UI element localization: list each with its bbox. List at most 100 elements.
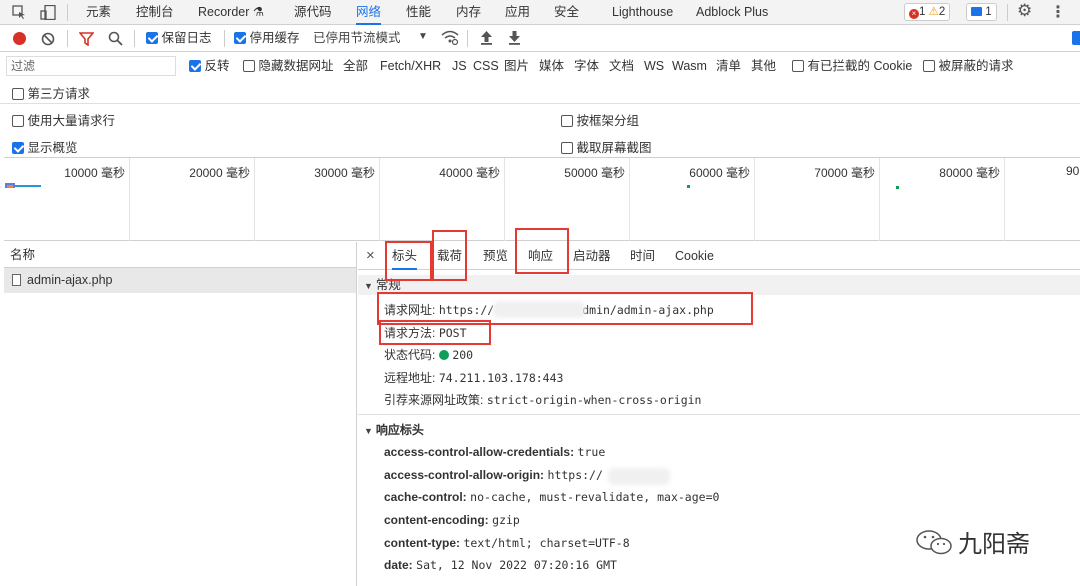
throttling-select[interactable]: 已停用节流模式 (313, 25, 401, 52)
gear-icon[interactable]: ⚙ (1017, 1, 1032, 21)
tab-console[interactable]: 控制台 (136, 0, 174, 25)
header-value: true (577, 445, 606, 459)
checkbox-checked (234, 32, 246, 44)
status-dot-icon (438, 350, 449, 360)
header-value: 200 (452, 348, 474, 362)
request-row[interactable]: admin-ajax.php (4, 268, 356, 293)
type-filter-fetch-xhr[interactable]: Fetch/XHR (380, 53, 441, 80)
type-filter-media[interactable]: 媒体 (539, 53, 564, 80)
message-icon (971, 7, 982, 16)
general-section-header[interactable]: ▼ 常规 (358, 275, 1080, 295)
type-filter-doc[interactable]: 文档 (609, 53, 634, 80)
request-bar (896, 186, 899, 189)
close-icon[interactable]: × (366, 242, 375, 270)
checkbox-unchecked (792, 60, 804, 72)
inspect-element-icon[interactable] (12, 5, 26, 19)
type-filter-manifest[interactable]: 清单 (716, 53, 741, 80)
hide-data-urls-checkbox[interactable]: 隐藏数据网址 (243, 53, 334, 80)
type-filter-other[interactable]: 其他 (751, 53, 776, 80)
disable-cache-label: 停用缓存 (249, 31, 300, 45)
settings-toggle-icon[interactable] (1072, 31, 1080, 45)
import-har-icon[interactable] (480, 30, 493, 48)
type-filter-img[interactable]: 图片 (504, 53, 529, 80)
search-icon[interactable] (108, 31, 123, 49)
tick-label: 50000 毫秒 (564, 166, 625, 180)
redacted-area (493, 301, 585, 318)
tab-security[interactable]: 安全 (554, 0, 579, 25)
checkbox-unchecked (12, 115, 24, 127)
header-value: text/html; charset=UTF-8 (463, 536, 630, 550)
response-headers-section-header[interactable]: ▼ 响应标头 (358, 420, 1080, 440)
tick-label: 30000 毫秒 (314, 166, 375, 180)
header-key: 状态代码: (384, 348, 436, 362)
tab-recorder[interactable]: Recorder ⚗ (198, 0, 264, 25)
network-conditions-icon[interactable] (441, 30, 459, 48)
device-toolbar-icon[interactable] (40, 4, 56, 21)
filter-input[interactable] (6, 56, 176, 76)
header-value: gzip (492, 513, 520, 527)
clear-icon[interactable] (41, 32, 55, 49)
third-party-checkbox[interactable]: 第三方请求 (12, 83, 90, 102)
disable-cache-checkbox[interactable]: 停用缓存 (234, 25, 300, 52)
tab-adblock-plus[interactable]: Adblock Plus (696, 0, 768, 25)
tab-cookies[interactable]: Cookie (675, 242, 714, 270)
tab-lighthouse[interactable]: Lighthouse (612, 0, 673, 25)
large-rows-label: 使用大量请求行 (27, 114, 115, 128)
show-overview-checkbox[interactable]: 显示概览 (12, 137, 78, 156)
tab-network[interactable]: 网络 (356, 0, 382, 25)
divider (358, 414, 1080, 415)
dropdown-arrow-icon[interactable]: ▼ (418, 31, 428, 42)
header-value-suffix: dmin/admin-ajax.php (582, 303, 714, 317)
tab-headers[interactable]: 标头 (392, 242, 418, 270)
tab-sources[interactable]: 源代码 (294, 0, 332, 25)
response-header-row: access-control-allow-origin: https:// (384, 468, 603, 482)
type-filter-js[interactable]: JS (452, 53, 467, 80)
tick-label: 80000 毫秒 (939, 166, 1000, 180)
type-filter-ws[interactable]: WS (644, 53, 664, 80)
type-filter-css[interactable]: CSS (473, 53, 499, 80)
blocked-requests-checkbox[interactable]: 被屏蔽的请求 (923, 53, 1014, 80)
hide-data-urls-label: 隐藏数据网址 (258, 59, 334, 73)
request-bar (15, 185, 41, 187)
header-key: content-encoding: (384, 513, 489, 527)
grid-line (754, 158, 755, 241)
tab-performance[interactable]: 性能 (406, 0, 431, 25)
header-key: 请求方法: (384, 326, 436, 340)
type-filter-font[interactable]: 字体 (574, 53, 599, 80)
tab-elements[interactable]: 元素 (86, 0, 111, 25)
warning-count: 2 (938, 6, 946, 18)
tab-payload[interactable]: 载荷 (437, 242, 462, 270)
timeline-overview[interactable]: 10000 毫秒 20000 毫秒 30000 毫秒 40000 毫秒 5000… (4, 157, 1080, 241)
tab-preview[interactable]: 预览 (483, 242, 508, 270)
large-rows-checkbox[interactable]: 使用大量请求行 (12, 110, 115, 129)
more-options-icon[interactable]: ⋮ (1050, 2, 1066, 22)
tab-timing[interactable]: 时间 (630, 242, 655, 270)
export-har-icon[interactable] (508, 30, 521, 48)
tab-initiator[interactable]: 启动器 (573, 242, 611, 270)
header-value: no-cache, must-revalidate, max-age=0 (470, 490, 720, 504)
record-icon[interactable] (13, 32, 26, 45)
checkbox-checked (12, 142, 24, 154)
response-header-row: cache-control: no-cache, must-revalidate… (384, 490, 719, 504)
blocked-cookies-checkbox[interactable]: 有已拦截的 Cookie (792, 53, 912, 80)
header-value: POST (438, 326, 467, 340)
triangle-down-icon: ▼ (364, 426, 373, 436)
issues-badge[interactable]: × 1 ⚠2 (904, 3, 951, 21)
tab-application[interactable]: 应用 (505, 0, 530, 25)
messages-badge[interactable]: 1 (966, 3, 997, 21)
tab-memory[interactable]: 内存 (456, 0, 481, 25)
tab-response[interactable]: 响应 (528, 242, 553, 270)
response-header-row: date: Sat, 12 Nov 2022 07:20:16 GMT (384, 558, 617, 572)
preserve-log-checkbox[interactable]: 保留日志 (146, 25, 212, 52)
throttle-label: 已停用节流模式 (313, 31, 401, 45)
checkbox-checked (146, 32, 158, 44)
type-filter-all[interactable]: 全部 (343, 53, 368, 80)
type-filter-wasm[interactable]: Wasm (672, 53, 707, 80)
error-icon: × (909, 9, 919, 19)
invert-checkbox[interactable]: 反转 (189, 53, 230, 80)
filter-icon[interactable] (78, 32, 95, 49)
capture-screenshots-label: 截取屏幕截图 (576, 141, 652, 155)
name-column-header[interactable]: 名称 (4, 242, 356, 268)
group-by-frame-checkbox[interactable]: 按框架分组 (561, 110, 639, 129)
capture-screenshots-checkbox[interactable]: 截取屏幕截图 (561, 137, 652, 156)
